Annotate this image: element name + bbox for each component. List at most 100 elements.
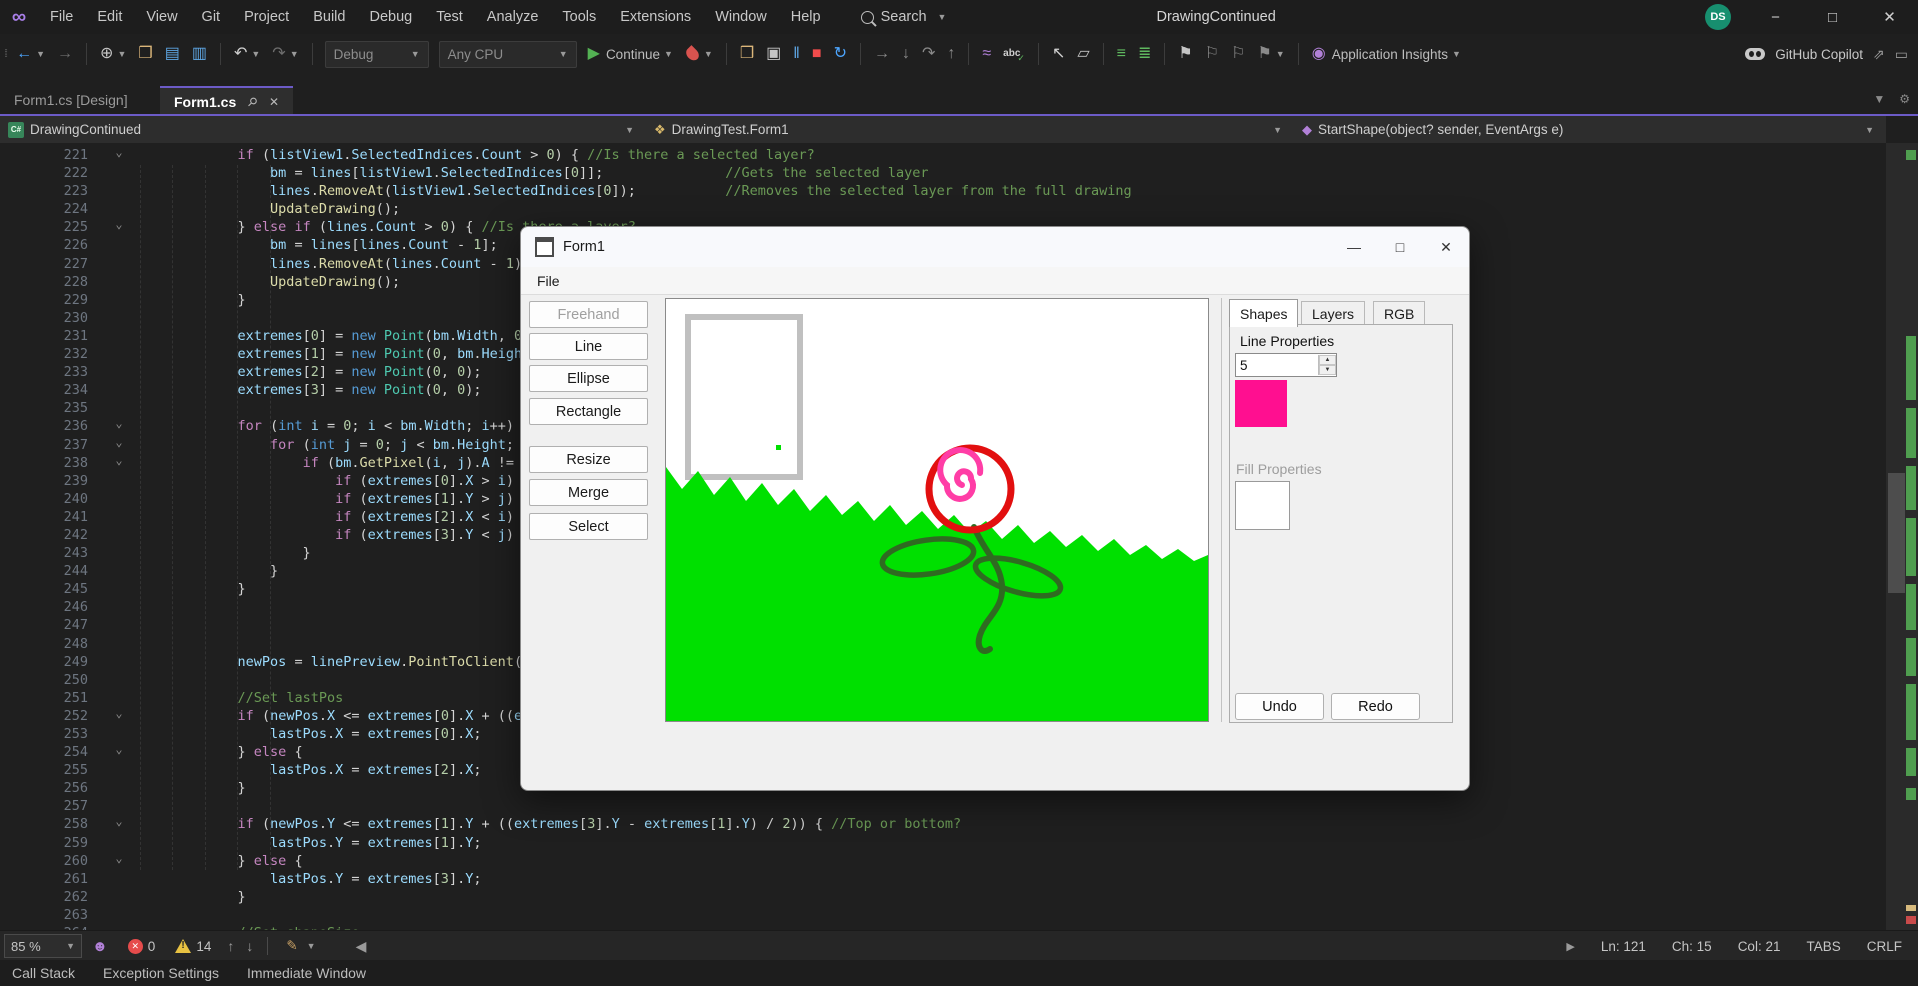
code-line[interactable]: 257 [0, 798, 1886, 816]
add-item-icon[interactable]: ⊕▼ [97, 40, 129, 68]
avatar[interactable]: DS [1705, 4, 1731, 30]
feedback-person-icon[interactable]: ☻ [92, 938, 108, 955]
freehand-button[interactable]: Freehand [529, 301, 648, 328]
menu-item-test[interactable]: Test [424, 0, 475, 34]
close-tab-icon[interactable]: ✕ [269, 95, 279, 109]
form-minimize-button[interactable]: — [1331, 227, 1377, 267]
step-into-icon[interactable]: ↓ [899, 40, 913, 68]
close-button[interactable]: ✕ [1861, 0, 1918, 34]
panel-tab-call-stack[interactable]: Call Stack [0, 960, 87, 986]
code-line[interactable]: 222 bm = lines[listView1.SelectedIndices… [0, 165, 1886, 183]
indent-mode[interactable]: TABS [1806, 939, 1840, 954]
next-bookmark-icon[interactable]: ⚐ [1228, 40, 1248, 68]
line-indent-icon[interactable]: ≡ [1114, 40, 1129, 68]
undo-button[interactable]: Undo [1235, 693, 1324, 720]
warning-count[interactable]: 14 [175, 939, 211, 954]
line-button[interactable]: Line [529, 333, 648, 360]
code-line[interactable]: 259 lastPos.Y = extremes[1].Y; [0, 835, 1886, 853]
code-line[interactable]: 260⌄ } else { [0, 853, 1886, 871]
menu-item-extensions[interactable]: Extensions [608, 0, 703, 34]
app-insights-icon[interactable]: ◉Application Insights▼ [1309, 40, 1464, 68]
line-position[interactable]: Ln: 121 [1601, 939, 1646, 954]
pause-icon[interactable]: ‖ [790, 40, 803, 68]
spell-check-icon[interactable]: abc✓ [1000, 40, 1028, 68]
rectangle-button[interactable]: Rectangle [529, 398, 648, 425]
menu-item-edit[interactable]: Edit [85, 0, 134, 34]
line-width-stepper[interactable]: 5 ▲ ▼ [1235, 353, 1337, 377]
menu-item-window[interactable]: Window [703, 0, 779, 34]
combo-any-cpu[interactable]: Any CPU▼ [439, 41, 577, 68]
diagnostics-icon[interactable]: ≈ [979, 40, 994, 68]
stepper-down-icon[interactable]: ▼ [1319, 365, 1336, 375]
fold-chevron-icon[interactable]: ⌄ [104, 217, 134, 231]
resize-button[interactable]: Resize [529, 446, 648, 473]
restore-button[interactable]: □ [1804, 0, 1861, 34]
bookmark-icon[interactable]: ⚑ [1175, 40, 1195, 68]
document-outline-icon[interactable]: ▱ [1074, 40, 1092, 68]
undo-icon[interactable]: ↶▼ [231, 40, 263, 68]
find-in-files-icon[interactable]: ❒ [737, 40, 757, 68]
code-cleanup-icon[interactable]: ✎▼ [286, 938, 315, 954]
scrollbar-thumb[interactable] [1888, 473, 1905, 593]
comment-lines-icon[interactable]: ≣ [1135, 40, 1154, 68]
menu-item-build[interactable]: Build [301, 0, 357, 34]
type-dropdown[interactable]: ❖ DrawingTest.Form1 ▼ [646, 116, 1294, 143]
merge-button[interactable]: Merge [529, 479, 648, 506]
fold-chevron-icon[interactable]: ⌄ [104, 416, 134, 430]
zoom-selector[interactable]: 85 % ▼ [4, 934, 82, 958]
menu-item-debug[interactable]: Debug [357, 0, 424, 34]
prev-issue-icon[interactable]: ↑ [227, 938, 234, 954]
step-out-icon[interactable]: ↑ [944, 40, 958, 68]
form-maximize-button[interactable]: □ [1377, 227, 1423, 267]
stop-icon[interactable]: ■ [809, 40, 825, 68]
char-position[interactable]: Ch: 15 [1672, 939, 1712, 954]
expand-icon[interactable]: ▶ [1566, 940, 1574, 953]
project-dropdown[interactable]: C# DrawingContinued ▼ [0, 116, 646, 143]
menu-item-help[interactable]: Help [779, 0, 833, 34]
panel-tab-rgb[interactable]: RGB [1373, 301, 1425, 326]
fold-chevron-icon[interactable]: ⌄ [104, 851, 134, 865]
menu-item-git[interactable]: Git [190, 0, 233, 34]
tab-list-chevron-icon[interactable]: ▼ [1873, 92, 1885, 106]
line-ending[interactable]: CRLF [1867, 939, 1902, 954]
drawing-canvas[interactable] [665, 298, 1209, 722]
github-copilot-icon[interactable] [1745, 48, 1765, 60]
panel-tab-exception-settings[interactable]: Exception Settings [91, 960, 231, 986]
navigate-forward-icon[interactable]: → [54, 40, 76, 68]
stepper-up-icon[interactable]: ▲ [1319, 355, 1336, 365]
form-menu-file[interactable]: File [537, 273, 560, 289]
menu-item-file[interactable]: File [38, 0, 85, 34]
share-icon[interactable]: ⇗ [1873, 46, 1885, 63]
minimize-button[interactable]: − [1747, 0, 1804, 34]
pin-icon[interactable]: ⚲ [245, 94, 261, 110]
panel-tab-layers[interactable]: Layers [1301, 301, 1365, 326]
menu-item-project[interactable]: Project [232, 0, 301, 34]
tab-options-icon[interactable]: ⚙ [1899, 92, 1910, 106]
save-icon[interactable]: ▤ [162, 40, 183, 68]
restart-icon[interactable]: ↻ [831, 40, 850, 68]
form1-title-bar[interactable]: Form1 — □ ✕ [521, 227, 1469, 267]
hot-reload-icon[interactable]: ▼ [682, 40, 716, 68]
navigate-back-icon[interactable]: ←▼ [13, 40, 48, 68]
copilot-label[interactable]: GitHub Copilot [1775, 47, 1863, 62]
form-close-button[interactable]: ✕ [1423, 227, 1469, 267]
toolbar-drag-handle[interactable]: ⁞⁞ [4, 48, 6, 60]
code-line[interactable]: 224 UpdateDrawing(); [0, 201, 1886, 219]
fold-chevron-icon[interactable]: ⌄ [104, 145, 134, 159]
next-issue-icon[interactable]: ↓ [246, 938, 253, 954]
show-next-statement-icon[interactable]: → [871, 40, 893, 68]
redo-button[interactable]: Redo [1331, 693, 1420, 720]
line-color-swatch[interactable] [1235, 380, 1287, 427]
fold-chevron-icon[interactable]: ⌄ [104, 706, 134, 720]
fill-color-swatch[interactable] [1235, 481, 1290, 530]
error-count[interactable]: ✕ 0 [128, 939, 156, 954]
menu-item-tools[interactable]: Tools [550, 0, 608, 34]
code-line[interactable]: 221⌄ if (listView1.SelectedIndices.Count… [0, 147, 1886, 165]
collapse-panel-icon[interactable]: ◀ [356, 938, 367, 955]
selection-icon[interactable]: ↖ [1049, 40, 1068, 68]
feedback-icon[interactable]: ▭ [1895, 46, 1908, 63]
column-position[interactable]: Col: 21 [1738, 939, 1781, 954]
code-line[interactable]: 223 lines.RemoveAt(listView1.SelectedInd… [0, 183, 1886, 201]
combo-debug[interactable]: Debug▼ [325, 41, 429, 68]
ellipse-button[interactable]: Ellipse [529, 365, 648, 392]
